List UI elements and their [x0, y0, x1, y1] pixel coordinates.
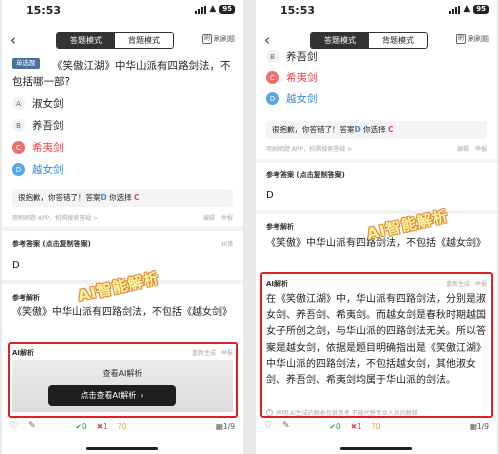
page-indicator[interactable]: ▦1/9: [470, 422, 489, 431]
reference-answer-value: D: [266, 190, 274, 201]
edit-icon[interactable]: ✎: [28, 421, 36, 431]
ai-analysis-card: 查看AI解析 点击查看AI解析 ›: [12, 360, 233, 412]
bottom-bar: ♡ ✎ ✔0 ✖1 ?0 ▦1/9: [256, 419, 497, 433]
ai-disclaimer: i 声明:AI生成的解析仅供参考,不能代替专业人员的解释: [266, 408, 418, 417]
wifi-icon: ▲: [209, 4, 217, 14]
edit-link[interactable]: 编辑: [457, 146, 469, 153]
phone-screen-right: 15:53 ▲ 95 ‹ 答题模式 背题模式 刷 刷刷题 B 养吾剑 C 希夷剑…: [256, 0, 497, 454]
option-c[interactable]: C 希夷剑: [12, 140, 64, 155]
chevron-right-icon: ›: [140, 391, 144, 400]
option-b[interactable]: B 养吾剑: [266, 49, 318, 64]
option-d[interactable]: D 越女剑: [12, 162, 64, 177]
edit-link[interactable]: 编辑: [203, 215, 215, 222]
status-bar: 15:53 ▲ 95: [2, 0, 243, 22]
signal-icon: [449, 5, 461, 14]
regenerate-link[interactable]: 重新生成: [192, 350, 216, 357]
wrong-count: ✖1: [350, 421, 362, 431]
ai-report-link[interactable]: 举报: [475, 281, 487, 288]
option-letter: A: [12, 97, 25, 110]
reference-answer-value: D: [12, 260, 20, 271]
reference-answer-title: 参考答案 (点击复制答案) 纠错: [12, 240, 233, 248]
option-letter: C: [12, 141, 25, 154]
back-icon[interactable]: ‹: [264, 31, 270, 49]
heart-icon[interactable]: ♡: [264, 421, 272, 431]
option-letter: D: [12, 163, 25, 176]
result-box: 很抱歉，你答错了！答案D 你选择 C: [12, 189, 233, 207]
question-text: 《笑傲江湖》中华山派有四路剑法，不包括哪一部?: [12, 60, 231, 88]
status-bar: 15:53 ▲ 95: [256, 0, 497, 22]
app-logo: 刷 刷刷题: [202, 34, 235, 44]
option-text: 养吾剑: [32, 120, 64, 132]
status-time: 15:53: [280, 4, 316, 17]
battery-icon: 95: [219, 5, 235, 14]
mode-toggle: 答题模式 背题模式: [310, 32, 428, 49]
option-c[interactable]: C 希夷剑: [266, 70, 318, 85]
result-box: 很抱歉，你答错了！答案D 你选择 C: [266, 121, 487, 139]
bottom-bar: ♡ ✎ ✔0 ✖1 ?0 ▦1/9: [2, 419, 243, 433]
option-text: 希夷剑: [286, 72, 318, 84]
page-indicator[interactable]: ▦1/9: [216, 422, 235, 431]
header: ‹ 答题模式 背题模式 刷 刷刷题: [2, 30, 243, 52]
unknown-count: ?0: [371, 421, 381, 431]
back-icon[interactable]: ‹: [10, 31, 16, 49]
correct-count: ✔0: [75, 421, 87, 431]
logo-icon: 刷: [456, 34, 466, 44]
ai-analysis-title: AI解析 重新生成 举报: [266, 280, 487, 288]
photo-search-link[interactable]: 用刷刷题 APP，拍照搜索答疑 >: [12, 213, 98, 222]
option-letter: C: [266, 71, 279, 84]
tab-answer-mode[interactable]: 答题模式: [57, 33, 115, 48]
ai-analysis-title: AI解析 重新生成 举报: [12, 349, 233, 357]
divider: [256, 210, 497, 214]
status-time: 15:53: [26, 4, 62, 17]
option-text: 越女剑: [32, 164, 64, 176]
phone-screen-left: 15:53 ▲ 95 ‹ 答题模式 背题模式 刷 刷刷题 单选题 《笑傲江湖》中…: [2, 0, 243, 454]
correct-count: ✔0: [329, 421, 341, 431]
battery-icon: 95: [473, 5, 489, 14]
app-logo: 刷 刷刷题: [456, 34, 489, 44]
option-text: 越女剑: [286, 93, 318, 105]
hint-row: 用刷刷题 APP，拍照搜索答疑 > 编辑 举报: [266, 144, 487, 153]
option-text: 养吾剑: [286, 51, 318, 63]
correction-link[interactable]: 纠错: [221, 241, 233, 248]
report-link[interactable]: 举报: [221, 215, 233, 222]
option-letter: B: [266, 50, 279, 63]
logo-icon: 刷: [202, 34, 212, 44]
option-letter: B: [12, 119, 25, 132]
option-a[interactable]: A 淑女剑: [12, 96, 64, 111]
option-b[interactable]: B 养吾剑: [12, 118, 64, 133]
info-icon: i: [266, 409, 273, 416]
home-indicator: [86, 447, 158, 450]
regenerate-link[interactable]: 重新生成: [446, 281, 470, 288]
view-ai-analysis-button[interactable]: 点击查看AI解析 ›: [48, 385, 176, 406]
option-d[interactable]: D 越女剑: [266, 91, 318, 106]
option-text: 淑女剑: [32, 98, 64, 110]
ai-view-label: 查看AI解析: [102, 369, 143, 378]
wifi-icon: ▲: [463, 4, 471, 14]
tab-answer-mode[interactable]: 答题模式: [311, 33, 369, 48]
edit-icon[interactable]: ✎: [282, 421, 290, 431]
heart-icon[interactable]: ♡: [10, 421, 18, 431]
unknown-count: ?0: [117, 421, 127, 431]
reference-answer-title: 参考答案 (点击复制答案): [266, 171, 345, 179]
mode-toggle: 答题模式 背题模式: [56, 32, 174, 49]
wrong-count: ✖1: [96, 421, 108, 431]
option-text: 希夷剑: [32, 142, 64, 154]
tab-memorize-mode[interactable]: 背题模式: [369, 33, 427, 48]
ai-analysis-body: 在《笑傲江湖》中，华山派有四路剑法，分别是淑女剑、养吾剑、希夷剑。而越女剑是春秋…: [266, 294, 486, 387]
photo-search-link[interactable]: 用刷刷题 APP，拍照搜索答疑 >: [266, 144, 352, 153]
option-letter: D: [266, 92, 279, 105]
hint-row: 用刷刷题 APP，拍照搜索答疑 > 编辑 举报: [12, 213, 233, 222]
tab-memorize-mode[interactable]: 背题模式: [115, 33, 173, 48]
home-indicator: [340, 447, 412, 450]
ai-report-link[interactable]: 举报: [221, 350, 233, 357]
report-link[interactable]: 举报: [475, 146, 487, 153]
reference-analysis-text: 《笑傲》中华山派有四路剑法，不包括《越女剑》: [12, 307, 232, 318]
divider: [256, 159, 497, 163]
signal-icon: [195, 5, 207, 14]
divider: [2, 227, 243, 231]
